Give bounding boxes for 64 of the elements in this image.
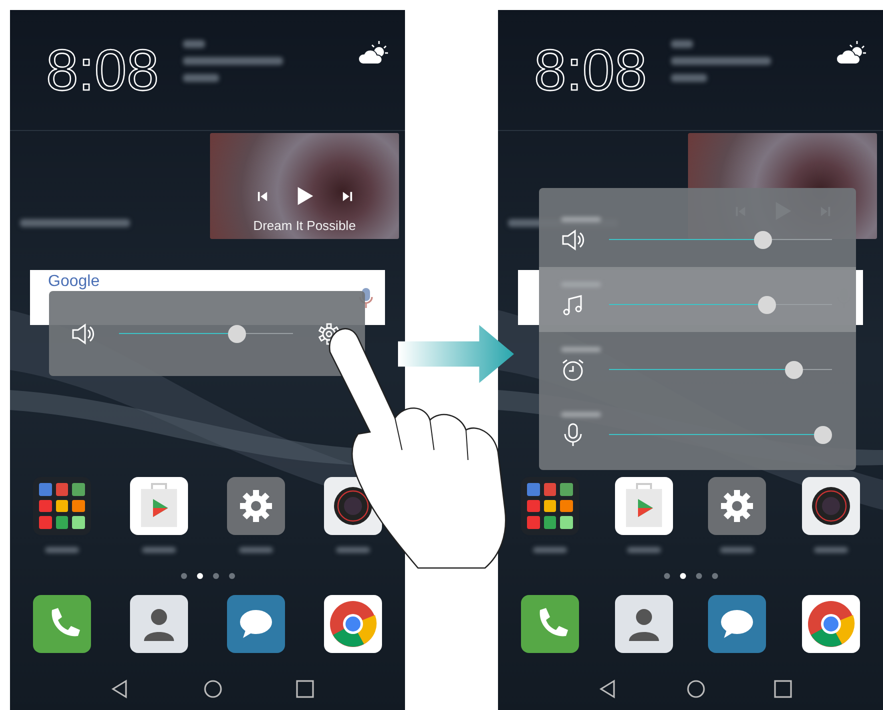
blurred-label [182, 74, 219, 82]
back-icon[interactable] [598, 679, 618, 699]
blurred-label [182, 40, 205, 48]
slider-thumb[interactable] [228, 324, 246, 342]
blurred-label [336, 547, 370, 553]
contacts-person-icon[interactable] [614, 595, 673, 653]
blurred-label [239, 547, 273, 553]
blurred-label [142, 547, 176, 553]
page-dot[interactable] [696, 573, 702, 579]
home-icon[interactable] [686, 679, 706, 699]
camera-lens-icon[interactable] [802, 477, 860, 535]
app-folder-icon[interactable] [521, 477, 579, 535]
recents-icon[interactable] [295, 679, 315, 699]
volume-slider[interactable] [609, 426, 832, 444]
next-icon[interactable] [342, 190, 352, 202]
recents-icon[interactable] [773, 679, 793, 699]
page-dot[interactable] [196, 573, 202, 579]
blurred-label [561, 412, 601, 417]
volume-slider[interactable] [609, 231, 832, 249]
phone-handset-icon[interactable] [33, 595, 91, 653]
phone-handset-icon[interactable] [521, 595, 579, 653]
speaker-icon [561, 228, 585, 252]
page-dot[interactable] [664, 573, 670, 579]
blurred-label [670, 40, 693, 48]
page-dot[interactable] [180, 573, 186, 579]
home-icon[interactable] [202, 679, 222, 699]
blurred-label [533, 547, 567, 553]
blurred-label [561, 347, 601, 352]
blurred-label [626, 547, 661, 553]
app-folder-icon[interactable] [33, 477, 91, 535]
right-arrow-icon [397, 325, 515, 383]
page-dot[interactable] [680, 573, 686, 579]
music-widget[interactable]: Dream It Possible [210, 133, 399, 239]
back-icon[interactable] [110, 679, 130, 699]
slider-thumb[interactable] [785, 361, 804, 379]
page-dot[interactable] [212, 573, 218, 579]
search-logo: Google [48, 273, 100, 291]
play-icon[interactable] [296, 186, 314, 206]
speaker-icon [71, 322, 95, 346]
previous-icon[interactable] [256, 190, 268, 202]
page-dot[interactable] [228, 573, 234, 579]
volume-slider[interactable] [609, 361, 832, 379]
blurred-label [814, 547, 848, 553]
slider-thumb[interactable] [754, 231, 772, 249]
music-note-icon [561, 293, 585, 317]
contacts-person-icon[interactable] [130, 595, 188, 653]
weather-cloud-sun-icon [357, 40, 389, 66]
volume-slider[interactable] [609, 296, 832, 314]
blurred-label [720, 547, 754, 553]
chat-bubble-icon[interactable] [708, 595, 766, 653]
alarm-clock-icon [561, 358, 585, 382]
clock-time: 8:08 [46, 42, 159, 100]
blurred-label [670, 74, 707, 82]
slider-thumb[interactable] [758, 296, 776, 314]
page-dot[interactable] [712, 573, 718, 579]
settings-icon[interactable] [708, 477, 766, 535]
store-bag-icon[interactable] [614, 477, 673, 535]
slider-thumb[interactable] [814, 426, 832, 444]
weather-cloud-sun-icon [835, 40, 867, 66]
blurred-label [45, 547, 79, 553]
clock-time: 8:08 [534, 42, 647, 100]
volume-slider[interactable] [119, 324, 293, 342]
song-title: Dream It Possible [253, 218, 356, 233]
browser-logo-icon[interactable] [802, 595, 860, 653]
